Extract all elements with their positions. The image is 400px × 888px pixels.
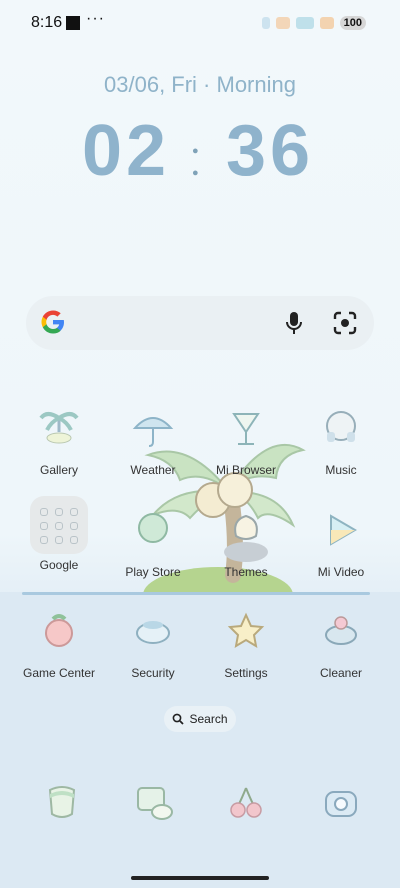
cleaner-icon (325, 616, 357, 645)
app-cleaner[interactable]: Cleaner (296, 607, 386, 680)
clock-widget[interactable]: 02 ● ● 36 (0, 110, 400, 200)
game-center-icon (45, 614, 73, 647)
app-mi-browser[interactable]: Mi Browser (201, 404, 291, 477)
more-notifications-icon: ··· (86, 10, 105, 27)
security-icon (136, 621, 170, 644)
camera-icon[interactable] (322, 784, 360, 822)
app-label: Mi Video (317, 565, 365, 579)
waterline (22, 592, 370, 595)
mic-icon[interactable] (282, 310, 306, 336)
app-label: Music (325, 463, 357, 477)
clock-date[interactable]: 03/06, Fri · Morning (0, 72, 400, 98)
paw-icon: ● ● (192, 145, 199, 179)
app-security[interactable]: Security (108, 607, 198, 680)
status-time: 8:16 (31, 14, 63, 31)
app-label: Security (131, 666, 175, 680)
app-label: Mi Browser (215, 463, 276, 477)
search-label: Search (189, 712, 228, 726)
google-search-bar[interactable] (26, 296, 374, 350)
messages-icon[interactable] (134, 784, 174, 822)
video-icon (330, 514, 357, 546)
phone-icon[interactable] (44, 784, 80, 822)
app-label: Play Store (125, 565, 181, 579)
signal-icon (295, 17, 314, 29)
app-music[interactable]: Music (296, 404, 386, 477)
clock-hours: 02 (82, 111, 171, 191)
wifi-icon (319, 17, 334, 29)
search-icon (173, 713, 185, 725)
music-icon (326, 411, 356, 442)
app-label: Themes (224, 565, 268, 579)
vibrate-icon (275, 17, 290, 29)
home-indicator[interactable] (131, 876, 269, 880)
lens-icon[interactable] (332, 310, 358, 336)
clock-minutes: 36 (226, 111, 315, 191)
app-label: Game Center (22, 666, 96, 680)
status-icons: 100 (261, 16, 366, 30)
app-gallery[interactable]: Gallery (14, 404, 104, 477)
app-themes[interactable]: Themes (201, 506, 291, 579)
app-label: Weather (130, 463, 176, 477)
app-label: Settings (224, 666, 268, 680)
gallery-icon (39, 412, 79, 444)
app-play-store[interactable]: Play Store (108, 506, 198, 579)
google-folder-icon (30, 496, 88, 554)
themes-icon (234, 514, 258, 540)
app-label: Google (39, 558, 79, 572)
app-game-center[interactable]: Game Center (14, 607, 104, 680)
app-settings[interactable]: Settings (201, 607, 291, 680)
play-store-icon (138, 513, 168, 543)
bluetooth-icon (261, 17, 270, 29)
google-g-icon (41, 310, 64, 334)
settings-icon (227, 612, 265, 648)
weather-icon (132, 417, 174, 447)
app-label: Cleaner (319, 666, 363, 680)
app-mi-video[interactable]: Mi Video (296, 506, 386, 579)
app-google-folder[interactable]: Google (14, 496, 104, 572)
cherry-browser-icon[interactable] (228, 784, 264, 822)
battery-icon: 100 (339, 16, 366, 30)
status-bar: 8:16 ··· 100 (0, 0, 400, 48)
notification-icon (66, 16, 80, 30)
app-weather[interactable]: Weather (108, 404, 198, 477)
browser-icon (232, 413, 260, 445)
app-label: Gallery (39, 463, 78, 477)
app-search-button[interactable]: Search (164, 706, 236, 732)
